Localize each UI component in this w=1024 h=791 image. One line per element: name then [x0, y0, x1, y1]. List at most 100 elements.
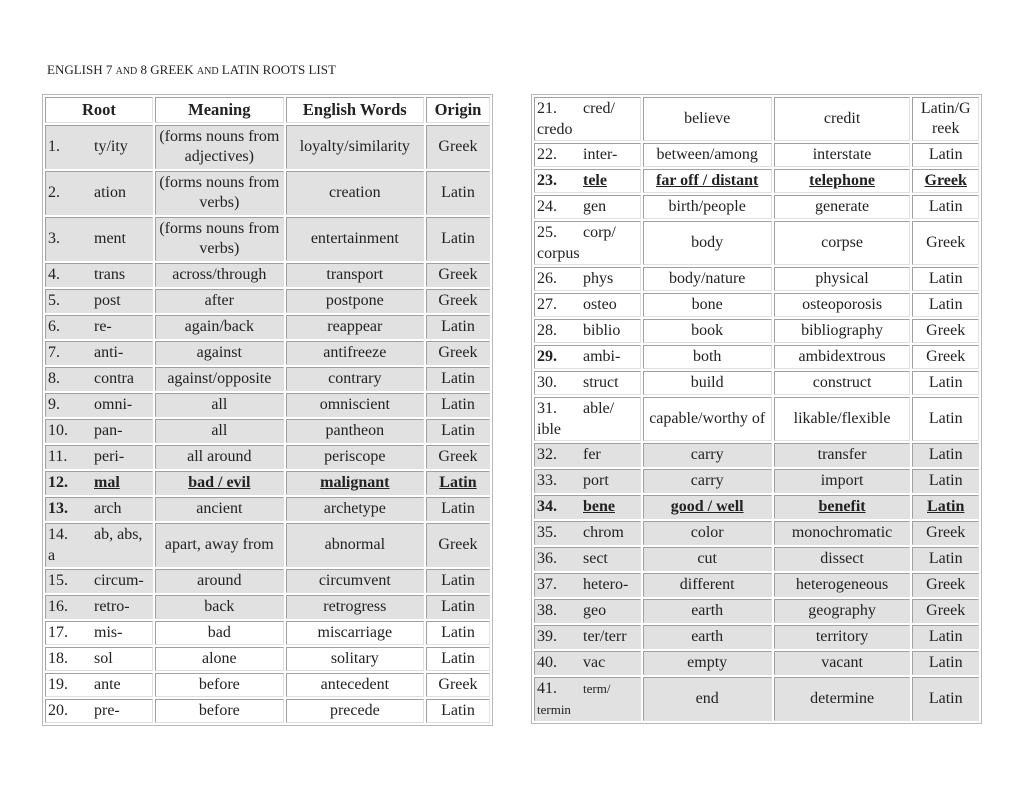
meaning-cell: alone: [154, 647, 284, 671]
root-cell: 17. mis-: [45, 621, 153, 645]
table-row: 24. gen birth/people generate Latin: [534, 195, 979, 219]
origin-cell: Latin: [425, 367, 490, 391]
meaning-cell: birth/people: [642, 195, 772, 219]
root-text: hetero-: [583, 576, 629, 593]
meaning-cell-text: far off / distant: [655, 172, 759, 189]
english-word-cell: miscarriage: [285, 621, 424, 645]
table-row: 13. arch ancient archetype Latin: [45, 497, 490, 521]
english-word-cell-text: interstate: [812, 146, 872, 163]
origin-cell-text: Greek: [926, 348, 966, 365]
english-word-cell: entertainment: [285, 217, 424, 261]
table-row: 5. post after postpone Greek: [45, 289, 490, 313]
meaning-cell-text: all around: [187, 448, 252, 465]
root-cell: 21. cred/ credo: [534, 97, 641, 141]
table-row: 25. corp/ corpus body corpse Greek: [534, 221, 979, 265]
root-text: mal: [94, 474, 120, 491]
row-number: 33.: [537, 472, 557, 489]
meaning-cell: all: [154, 419, 284, 443]
row-number: 13.: [48, 500, 68, 517]
english-word-cell: omniscient: [285, 393, 424, 417]
origin-cell: Latin: [425, 315, 490, 339]
row-number: 37.: [537, 576, 557, 593]
table-row: 35. chrom color monochromatic Greek: [534, 521, 979, 545]
origin-cell-text: Latin: [441, 318, 475, 335]
root-text: chrom: [583, 524, 624, 541]
root-cell: 22. inter-: [534, 143, 641, 167]
meaning-cell-text: again/back: [184, 318, 254, 335]
row-number: 2.: [48, 184, 60, 201]
english-word-cell-text: heterogeneous: [795, 576, 889, 593]
english-word-cell: antecedent: [285, 673, 424, 697]
english-word-cell-text: postpone: [325, 292, 384, 309]
english-word-cell-text: benefit: [818, 498, 866, 515]
origin-cell-text: Latin: [441, 370, 475, 387]
origin-cell: Latin: [912, 267, 979, 291]
root-cell: 40. vac: [534, 651, 641, 675]
root-text: retro-: [94, 598, 130, 615]
root-text: tele: [583, 172, 607, 189]
meaning-cell-text: color: [690, 524, 724, 541]
root-cell: 31. able/ ible: [534, 397, 641, 441]
root-text: ty/ity: [94, 138, 128, 155]
origin-cell-text: Greek: [926, 524, 966, 541]
table-row: 2. ation (forms nouns from verbs) creation L…: [45, 171, 490, 215]
origin-cell: Latin: [912, 547, 979, 571]
origin-cell-text: Latin: [928, 472, 963, 489]
root-text: circum-: [94, 572, 144, 589]
origin-cell: Greek: [912, 221, 979, 265]
row-number: 18.: [48, 650, 68, 667]
meaning-cell-text: empty: [687, 654, 728, 671]
meaning-cell: bad / evil: [154, 471, 284, 495]
origin-cell: Latin: [425, 699, 490, 723]
english-word-cell: physical: [773, 267, 911, 291]
root-cell: 8. contra: [45, 367, 153, 391]
root-text: ation: [94, 184, 126, 201]
meaning-cell-text: both: [692, 348, 722, 365]
meaning-cell: before: [154, 699, 284, 723]
origin-cell-text: Latin: [928, 690, 963, 707]
row-number: 1.: [48, 138, 60, 155]
english-word-cell-text: precede: [329, 702, 380, 719]
root-cell: 23. tele: [534, 169, 641, 193]
origin-cell-text: Latin: [928, 550, 963, 567]
table-row: 14. ab, abs, a apart, away from abnormal Gre…: [45, 523, 490, 567]
english-word-cell-text: miscarriage: [317, 624, 393, 641]
row-number: 30.: [537, 374, 557, 391]
meaning-cell: apart, away from: [154, 523, 284, 567]
root-text: osteo: [583, 296, 617, 313]
origin-cell-text: Latin: [441, 624, 475, 641]
meaning-cell: both: [642, 345, 772, 369]
row-number: 10.: [48, 422, 68, 439]
english-word-cell-text: loyalty/similarity: [299, 138, 410, 155]
origin-cell-text: Latin: [928, 198, 963, 215]
root-cell: 36. sect: [534, 547, 641, 571]
root-cell: 14. ab, abs, a: [45, 523, 153, 567]
english-word-cell: heterogeneous: [773, 573, 911, 597]
origin-cell: Greek: [425, 445, 490, 469]
english-word-cell: precede: [285, 699, 424, 723]
english-word-cell: ambidextrous: [773, 345, 911, 369]
meaning-cell: believe: [642, 97, 772, 141]
origin-cell: Latin: [425, 497, 490, 521]
english-word-cell: territory: [773, 625, 911, 649]
meaning-cell: (forms nouns from verbs): [154, 217, 284, 261]
root-cell: 12. mal: [45, 471, 153, 495]
table-row: 30. struct build construct Latin: [534, 371, 979, 395]
root-cell: 26. phys: [534, 267, 641, 291]
english-word-cell: monochromatic: [773, 521, 911, 545]
table-row: 4. trans across/through transport Greek: [45, 263, 490, 287]
root-text: fer: [583, 446, 601, 463]
english-word-cell: retrogress: [285, 595, 424, 619]
table-row: 34. bene good / well benefit Latin: [534, 495, 979, 519]
table-row: 41. term/ termin end determine Latin: [534, 677, 979, 721]
table-row: 33. port carry import Latin: [534, 469, 979, 493]
origin-cell-text: Latin: [441, 598, 475, 615]
origin-cell-text: Greek: [926, 322, 966, 339]
meaning-cell: capable/worthy of: [642, 397, 772, 441]
origin-cell: Greek: [425, 289, 490, 313]
english-word-cell: corpse: [773, 221, 911, 265]
english-word-cell: import: [773, 469, 911, 493]
root-cell: 1. ty/ity: [45, 125, 153, 169]
root-cell: 38. geo: [534, 599, 641, 623]
english-word-cell: pantheon: [285, 419, 424, 443]
